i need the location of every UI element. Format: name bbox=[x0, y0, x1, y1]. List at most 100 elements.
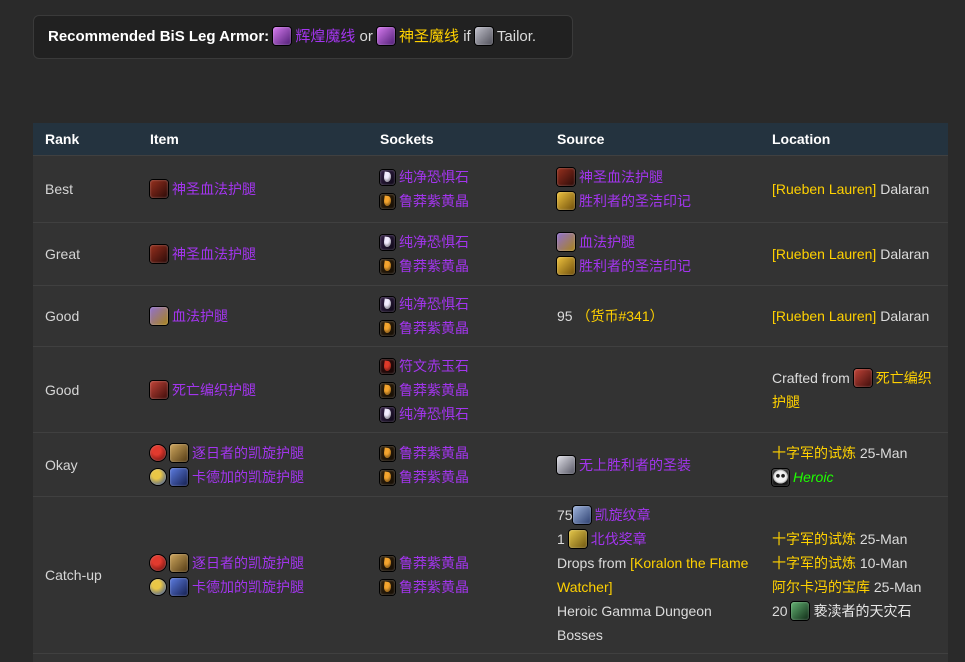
link[interactable]: 神圣血法护腿 bbox=[579, 169, 663, 185]
location-line: [Rueben Lauren] Dalaran bbox=[772, 242, 940, 266]
legs-khadgar-icon[interactable] bbox=[170, 578, 188, 596]
sockets-line: 纯净恐惧石 bbox=[380, 292, 537, 316]
faction-alliance-icon bbox=[150, 579, 166, 595]
location-line: 十字军的试炼 25-Man bbox=[772, 527, 940, 551]
trophy-icon[interactable] bbox=[557, 192, 575, 210]
link[interactable]: 鲁莽紫黄晶 bbox=[399, 445, 469, 461]
gem-ametrine-icon[interactable] bbox=[380, 194, 395, 209]
sockets-line: 纯净恐惧石 bbox=[380, 230, 537, 254]
link[interactable]: 十字军的试炼 bbox=[772, 531, 856, 547]
link[interactable]: 血法护腿 bbox=[579, 234, 635, 250]
text: or bbox=[355, 28, 377, 45]
tailor-icon[interactable] bbox=[475, 27, 493, 45]
link[interactable]: 纯净恐惧石 bbox=[399, 169, 469, 185]
scourgestone-icon[interactable] bbox=[791, 602, 809, 620]
cell-rank: Okay bbox=[33, 433, 138, 497]
legs-sunstrider-icon[interactable] bbox=[170, 444, 188, 462]
legs-holy-bloodmage-icon[interactable] bbox=[150, 180, 168, 198]
legs-deathweave-icon[interactable] bbox=[854, 369, 872, 387]
text: 95 bbox=[557, 308, 576, 324]
link[interactable]: （货币#341） bbox=[576, 308, 663, 324]
legs-bloodmage-icon[interactable] bbox=[150, 307, 168, 325]
gem-ametrine-icon[interactable] bbox=[380, 321, 395, 336]
link[interactable]: 纯净恐惧石 bbox=[399, 234, 469, 250]
link[interactable]: 纯净恐惧石 bbox=[399, 296, 469, 312]
link[interactable]: 阿尔卡冯的宝库 bbox=[772, 579, 870, 595]
cell-location: [Rueben Lauren] Dalaran bbox=[760, 223, 948, 286]
cell-item: 死亡编织护腿 bbox=[138, 347, 368, 433]
link[interactable]: 纯净恐惧石 bbox=[399, 406, 469, 422]
cell-sockets: 纯净恐惧石鲁莽紫黄晶 bbox=[368, 223, 545, 286]
cell-source: 75凯旋纹章1 北伐奖章Drops from [Koralon the Flam… bbox=[545, 497, 760, 654]
link[interactable]: 鲁莽紫黄晶 bbox=[399, 579, 469, 595]
link[interactable]: 神圣血法护腿 bbox=[172, 246, 256, 262]
source-line: 胜利者的圣洁印记 bbox=[557, 189, 752, 213]
cell-item: 逐日者的凯旋护腿卡德加的凯旋护腿 bbox=[138, 433, 368, 497]
faction-horde-icon bbox=[150, 445, 166, 461]
legs-sunstrider-icon[interactable] bbox=[170, 554, 188, 572]
link[interactable]: 鲁莽紫黄晶 bbox=[399, 320, 469, 336]
link[interactable]: [Rueben Lauren] bbox=[772, 308, 876, 324]
thread-brilliant-icon[interactable] bbox=[273, 27, 291, 45]
text: Heroic Gamma Dungeon Bosses bbox=[557, 603, 716, 643]
seal-champion-icon[interactable] bbox=[569, 530, 587, 548]
link[interactable]: 十字军的试炼 bbox=[772, 555, 856, 571]
link[interactable]: 胜利者的圣洁印记 bbox=[579, 193, 691, 209]
gem-dreadstone-icon[interactable] bbox=[380, 235, 395, 250]
emblem-triumph-icon[interactable] bbox=[573, 506, 591, 524]
link[interactable]: 凯旋纹章 bbox=[595, 507, 651, 523]
gem-cardinal-icon[interactable] bbox=[380, 359, 395, 374]
bis-leg-armor-table: RankItemSocketsSourceLocation Best神圣血法护腿… bbox=[33, 123, 948, 662]
gem-ametrine-icon[interactable] bbox=[380, 580, 395, 595]
link[interactable]: 卡德加的凯旋护腿 bbox=[192, 469, 304, 485]
link[interactable]: 北伐奖章 bbox=[591, 531, 647, 547]
gem-ametrine-icon[interactable] bbox=[380, 556, 395, 571]
link[interactable]: 死亡编织护腿 bbox=[172, 382, 256, 398]
legs-holy-bloodmage-icon[interactable] bbox=[557, 168, 575, 186]
link[interactable]: 无上胜利者的圣装 bbox=[579, 457, 691, 473]
link[interactable]: 逐日者的凯旋护腿 bbox=[192, 445, 304, 461]
link[interactable]: 神圣血法护腿 bbox=[172, 181, 256, 197]
link[interactable]: 符文赤玉石 bbox=[399, 358, 469, 374]
legs-holy-bloodmage-icon[interactable] bbox=[150, 245, 168, 263]
gem-ametrine-icon[interactable] bbox=[380, 470, 395, 485]
link[interactable]: 胜利者的圣洁印记 bbox=[579, 258, 691, 274]
text: Dalaran bbox=[876, 308, 929, 324]
sockets-line: 鲁莽紫黄晶 bbox=[380, 316, 537, 340]
link[interactable]: 鲁莽紫黄晶 bbox=[399, 555, 469, 571]
cell-source bbox=[545, 347, 760, 433]
link[interactable]: 亵渎者的天灾石 bbox=[813, 603, 911, 619]
link[interactable]: 神圣魔线 bbox=[399, 28, 459, 45]
link[interactable]: 辉煌魔线 bbox=[295, 28, 355, 45]
gem-ametrine-icon[interactable] bbox=[380, 383, 395, 398]
link[interactable]: [Rueben Lauren] bbox=[772, 246, 876, 262]
gem-ametrine-icon[interactable] bbox=[380, 446, 395, 461]
tabard-icon[interactable] bbox=[557, 456, 575, 474]
cell-location: [Rueben Lauren] Dalaran bbox=[760, 156, 948, 223]
link[interactable]: [Rueben Lauren] bbox=[772, 181, 876, 197]
gem-dreadstone-icon[interactable] bbox=[380, 407, 395, 422]
link[interactable]: 鲁莽紫黄晶 bbox=[399, 258, 469, 274]
trophy-icon[interactable] bbox=[557, 257, 575, 275]
location-line: 十字军的试炼 10-Man bbox=[772, 551, 940, 575]
link[interactable]: 鲁莽紫黄晶 bbox=[399, 193, 469, 209]
legs-deathweave-icon[interactable] bbox=[150, 381, 168, 399]
gem-dreadstone-icon[interactable] bbox=[380, 297, 395, 312]
thread-sacred-icon[interactable] bbox=[377, 27, 395, 45]
link[interactable]: 鲁莽紫黄晶 bbox=[399, 469, 469, 485]
rank-label: Good bbox=[45, 308, 79, 324]
table-row: Catch-up逐日者的凯旋护腿卡德加的凯旋护腿鲁莽紫黄晶鲁莽紫黄晶75凯旋纹章… bbox=[33, 497, 948, 654]
recommendation-banner: Recommended BiS Leg Armor: 辉煌魔线 or 神圣魔线 … bbox=[33, 15, 573, 59]
legs-bloodmage-icon[interactable] bbox=[557, 233, 575, 251]
gem-ametrine-icon[interactable] bbox=[380, 259, 395, 274]
link[interactable]: 十字军的试炼 bbox=[772, 445, 856, 461]
legs-khadgar-icon[interactable] bbox=[170, 468, 188, 486]
link[interactable]: Heroic bbox=[793, 469, 833, 485]
link[interactable]: 卡德加的凯旋护腿 bbox=[192, 579, 304, 595]
sockets-line: 纯净恐惧石 bbox=[380, 402, 537, 426]
gem-dreadstone-icon[interactable] bbox=[380, 170, 395, 185]
location-line: 20 亵渎者的天灾石 bbox=[772, 599, 940, 623]
link[interactable]: 鲁莽紫黄晶 bbox=[399, 382, 469, 398]
link[interactable]: 逐日者的凯旋护腿 bbox=[192, 555, 304, 571]
link[interactable]: 血法护腿 bbox=[172, 308, 228, 324]
